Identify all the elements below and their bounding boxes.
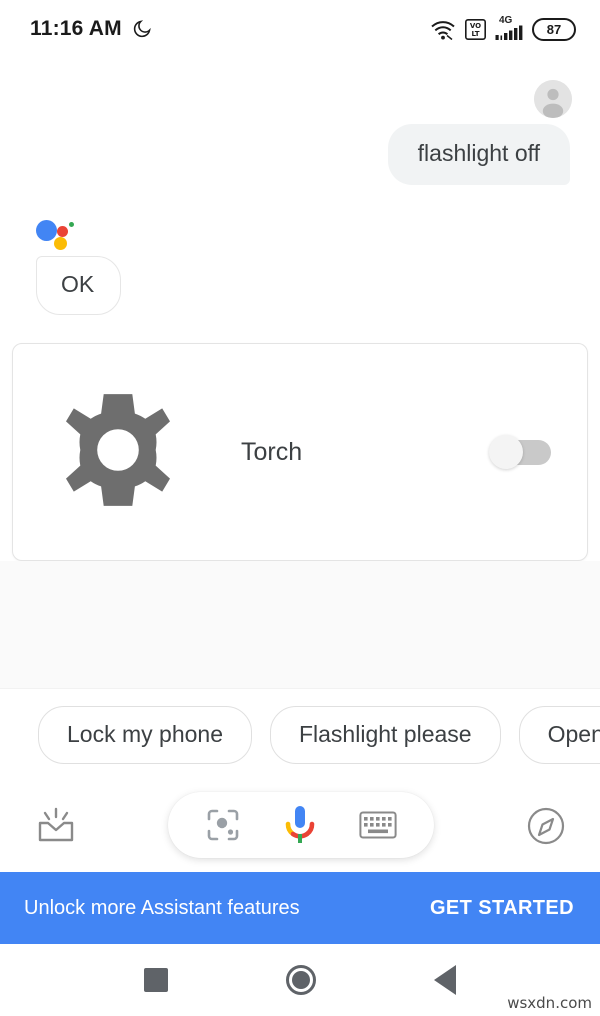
svg-text:VO: VO — [470, 22, 481, 30]
conversation-area: flashlight off OK — [0, 58, 600, 315]
gear-icon — [53, 385, 183, 520]
assistant-screen: 11:16 AM VO LT 4G 87 flashlight off OK T… — [0, 0, 600, 1016]
torch-card-title: Torch — [241, 437, 303, 466]
torch-device-card[interactable]: Torch — [12, 343, 588, 561]
status-time: 11:16 AM — [30, 17, 122, 40]
suggestion-chips[interactable]: Lock my phone Flashlight please Open c — [0, 688, 600, 780]
promo-banner-text: Unlock more Assistant features — [24, 896, 300, 919]
user-message-row: flashlight off — [0, 124, 600, 185]
signal-bars-icon: 4G — [495, 16, 523, 40]
scroll-filler — [0, 561, 600, 688]
toggle-thumb — [489, 435, 523, 469]
suggestion-chip[interactable]: Flashlight please — [269, 705, 501, 764]
status-bar-left: 11:16 AM — [30, 17, 152, 41]
snapshot-icon[interactable] — [34, 806, 78, 846]
google-assistant-logo — [36, 217, 78, 251]
status-bar: 11:16 AM VO LT 4G 87 — [0, 0, 600, 58]
battery-level: 87 — [546, 21, 562, 37]
moon-icon — [132, 19, 152, 39]
assistant-dot-yellow — [54, 237, 67, 250]
torch-toggle-switch[interactable] — [489, 435, 551, 469]
google-mic-icon[interactable] — [282, 803, 318, 847]
wifi-icon — [430, 19, 456, 40]
explore-compass-icon[interactable] — [526, 806, 566, 846]
svg-text:LT: LT — [471, 30, 479, 38]
promo-banner[interactable]: Unlock more Assistant features GET START… — [0, 872, 600, 944]
assistant-input-pill[interactable] — [168, 792, 434, 858]
android-nav-bar: wsxdn.com — [0, 944, 600, 1016]
battery-indicator: 87 — [532, 17, 576, 41]
get-started-button[interactable]: GET STARTED — [430, 897, 574, 920]
assistant-dot-red — [57, 226, 68, 237]
suggestion-chip[interactable]: Lock my phone — [38, 705, 252, 764]
user-avatar-icon[interactable] — [534, 80, 572, 118]
suggestion-chip[interactable]: Open c — [518, 705, 600, 764]
assistant-dot-green — [69, 222, 74, 227]
keyboard-icon[interactable] — [359, 810, 397, 840]
status-bar-right: VO LT 4G 87 — [430, 16, 576, 41]
assistant-message-block: OK — [0, 217, 600, 315]
watermark: wsxdn.com — [507, 994, 592, 1012]
bottom-action-bar — [0, 780, 600, 872]
google-lens-icon[interactable] — [205, 807, 241, 843]
avatar-row — [0, 80, 600, 118]
home-circle-icon[interactable] — [286, 965, 316, 995]
user-message-bubble: flashlight off — [387, 124, 570, 185]
recents-square-icon[interactable] — [144, 968, 168, 992]
back-triangle-icon[interactable] — [434, 965, 456, 995]
volte-icon: VO LT — [465, 18, 486, 40]
device-card-area: Torch — [0, 315, 600, 561]
assistant-message-bubble: OK — [36, 256, 122, 315]
home-circle-inner — [292, 971, 310, 989]
assistant-dot-blue — [36, 220, 57, 241]
